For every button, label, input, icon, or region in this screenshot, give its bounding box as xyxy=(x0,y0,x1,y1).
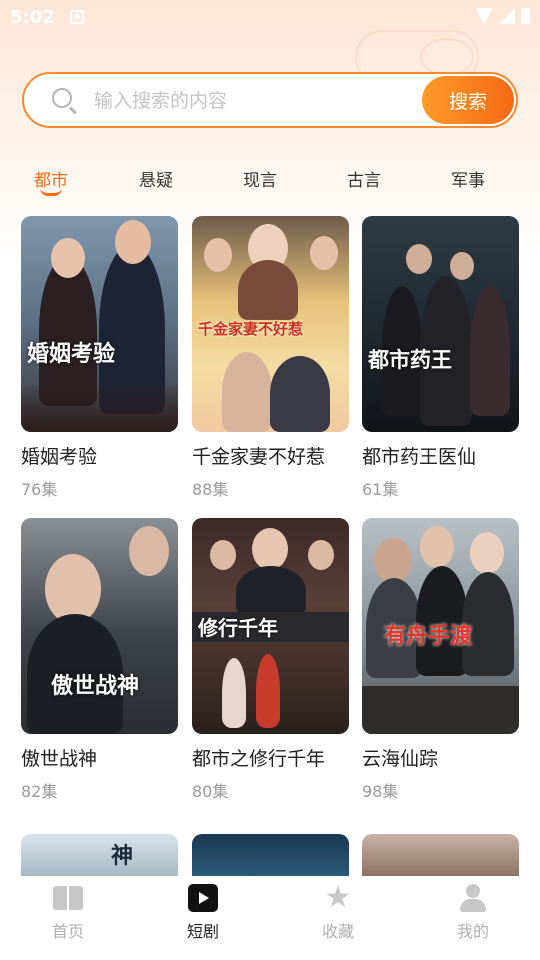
poster-title-art: 千金家妻不好惹 xyxy=(198,320,304,338)
book-icon xyxy=(53,884,83,912)
nav-favorites[interactable]: ★ 收藏 xyxy=(298,880,378,942)
nav-home[interactable]: 首页 xyxy=(28,884,108,942)
drama-poster[interactable]: 神 xyxy=(21,834,178,876)
drama-poster[interactable] xyxy=(362,834,519,876)
wifi-icon xyxy=(475,8,493,24)
drama-poster[interactable] xyxy=(192,834,349,876)
episode-count: 98集 xyxy=(362,782,399,801)
tab-label: 悬疑 xyxy=(139,171,173,191)
drama-card[interactable]: 婚姻考验 婚姻考验 76集 xyxy=(21,216,178,499)
drama-title: 千金家妻不好惹 xyxy=(192,446,326,468)
episode-count: 61集 xyxy=(362,480,399,499)
poster-title-art: 有舟手渡 xyxy=(384,623,473,649)
episode-count: 76集 xyxy=(21,480,58,499)
decorative-pattern xyxy=(420,38,474,76)
drama-poster[interactable]: 傲世战神 xyxy=(21,518,178,734)
status-icons xyxy=(475,8,530,24)
drama-card[interactable]: 神 xyxy=(21,834,178,876)
tab-label: 军事 xyxy=(451,171,485,191)
drama-title: 傲世战神 xyxy=(21,748,98,770)
drama-poster[interactable]: 婚姻考验 xyxy=(21,216,178,432)
star-icon: ★ xyxy=(324,880,352,915)
tab-label: 现言 xyxy=(243,171,277,191)
status-time: 5:02 xyxy=(10,7,55,28)
poster-title-art: 神 xyxy=(111,843,134,869)
tab-xianyan[interactable]: 现言 xyxy=(215,166,305,191)
tab-xuanyi[interactable]: 悬疑 xyxy=(111,166,201,191)
drama-card[interactable]: 傲世战神 傲世战神 82集 xyxy=(21,518,178,801)
episode-count: 80集 xyxy=(192,782,229,801)
poster-title-art: 都市药王 xyxy=(368,347,452,372)
bottom-navigation: 首页 短剧 ★ 收藏 我的 xyxy=(0,876,540,960)
nav-shorts[interactable]: 短剧 xyxy=(163,884,243,942)
episode-count: 88集 xyxy=(192,480,229,499)
notification-icon: A xyxy=(70,10,84,24)
category-tabs: 都市 悬疑 现言 古言 军事 xyxy=(0,166,540,206)
drama-poster[interactable]: 都市药王 xyxy=(362,216,519,432)
user-icon xyxy=(458,884,488,912)
search-icon xyxy=(52,88,72,108)
nav-label: 收藏 xyxy=(321,922,354,941)
drama-title: 都市药王医仙 xyxy=(362,446,477,468)
battery-icon xyxy=(521,8,530,24)
tab-dushi[interactable]: 都市 xyxy=(6,166,96,196)
drama-title: 云海仙踪 xyxy=(362,748,439,770)
search-bar: 搜索 xyxy=(22,72,518,128)
nav-profile[interactable]: 我的 xyxy=(433,884,513,942)
drama-card[interactable] xyxy=(362,834,519,876)
drama-card[interactable]: 都市药王 都市药王医仙 61集 xyxy=(362,216,519,499)
drama-title: 婚姻考验 xyxy=(21,446,98,468)
episode-count: 82集 xyxy=(21,782,58,801)
tab-guyan[interactable]: 古言 xyxy=(319,166,409,191)
search-button[interactable]: 搜索 xyxy=(422,76,514,124)
status-bar: 5:02 A xyxy=(0,0,540,36)
tab-label: 古言 xyxy=(347,171,381,191)
drama-card[interactable]: 有舟手渡 云海仙踪 98集 xyxy=(362,518,519,801)
poster-title-art: 婚姻考验 xyxy=(27,341,116,367)
tab-junshi[interactable]: 军事 xyxy=(423,166,513,191)
nav-label: 我的 xyxy=(456,922,489,941)
nav-label: 短剧 xyxy=(186,922,219,941)
drama-poster[interactable]: 有舟手渡 xyxy=(362,518,519,734)
drama-card[interactable]: 修行千年 都市之修行千年 80集 xyxy=(192,518,349,801)
drama-poster[interactable]: 千金家妻不好惹 xyxy=(192,216,349,432)
drama-title: 都市之修行千年 xyxy=(192,748,326,770)
drama-card[interactable] xyxy=(192,834,349,876)
drama-poster[interactable]: 修行千年 xyxy=(192,518,349,734)
tab-active-indicator xyxy=(40,188,62,196)
poster-title-art: 修行千年 xyxy=(198,616,278,640)
search-input[interactable] xyxy=(92,84,416,118)
poster-title-art: 傲世战神 xyxy=(51,673,140,699)
signal-icon xyxy=(499,8,515,24)
drama-card[interactable]: 千金家妻不好惹 千金家妻不好惹 88集 xyxy=(192,216,349,499)
nav-label: 首页 xyxy=(51,922,84,941)
play-icon xyxy=(188,884,218,912)
